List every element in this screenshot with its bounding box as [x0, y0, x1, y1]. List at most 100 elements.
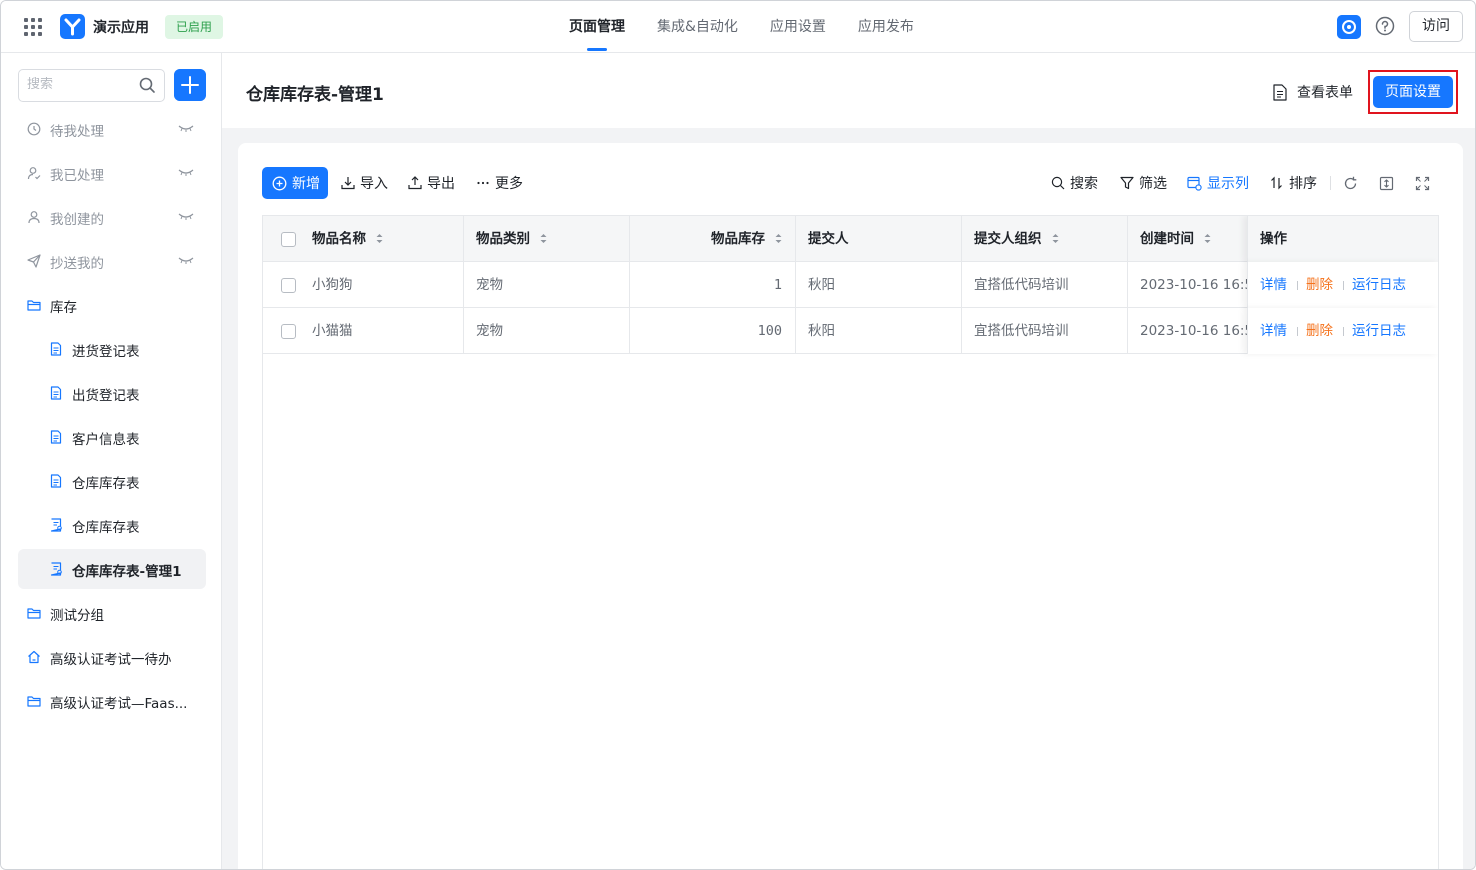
search-icon: [1051, 176, 1065, 190]
new-record-label: 新增: [292, 176, 320, 192]
assistant-icon[interactable]: [1337, 15, 1361, 39]
sort-arrows-icon[interactable]: [1204, 233, 1211, 244]
sidebar-search[interactable]: [18, 69, 165, 102]
sidebar-item-cc[interactable]: 抄送我的: [18, 241, 206, 281]
column-divider: [629, 308, 630, 354]
run-log-link[interactable]: 运行日志: [1352, 262, 1406, 308]
sidebar-search-input[interactable]: [27, 77, 137, 92]
visit-button[interactable]: 访问: [1409, 11, 1463, 42]
home-icon: [28, 650, 40, 664]
table-search-label: 搜索: [1070, 176, 1098, 192]
column-header-created[interactable]: 创建时间: [1140, 216, 1247, 262]
row-checkbox[interactable]: [281, 324, 296, 339]
column-divider: [795, 262, 796, 308]
delete-link[interactable]: 删除: [1306, 262, 1333, 308]
action-separator: [1297, 281, 1298, 290]
sort-arrows-icon[interactable]: [376, 233, 383, 244]
sidebar-item-warehouse-manage[interactable]: 仓库库存表-管理1: [18, 549, 206, 589]
row-actions: 详情 删除 运行日志: [1247, 308, 1438, 354]
sidebar-item-created[interactable]: 我创建的: [18, 197, 206, 237]
sidebar: 待我处理 我已处理 我创建的 抄送我的 库存 进货登记表 出货登记表: [1, 53, 222, 869]
sidebar-item-done[interactable]: 我已处理: [18, 153, 206, 193]
document-icon: [1273, 83, 1287, 101]
table-row[interactable]: 小狗狗 宠物 1 秋阳 宜搭低代码培训 2023-10-16 16:53 详情 …: [263, 262, 1438, 308]
plus-circle-icon: [272, 176, 287, 190]
sidebar-item-purchase-form[interactable]: 进货登记表: [18, 329, 206, 369]
sidebar-item-label: 库存: [50, 300, 77, 316]
tab-integration-automation[interactable]: 集成&自动化: [657, 1, 738, 53]
row-checkbox[interactable]: [281, 278, 296, 293]
form-icon: [50, 474, 62, 488]
help-icon[interactable]: [1375, 16, 1395, 36]
sidebar-item-exam-faas[interactable]: 高级认证考试—Faas...: [18, 681, 206, 721]
tab-page-management[interactable]: 页面管理: [569, 1, 625, 53]
eye-closed-icon[interactable]: [178, 123, 194, 133]
run-log-link[interactable]: 运行日志: [1352, 308, 1406, 354]
sidebar-item-test-group[interactable]: 测试分组: [18, 593, 206, 633]
import-button[interactable]: 导入: [341, 167, 388, 199]
column-header-label: 物品类别: [476, 231, 530, 247]
nav-tabs: 页面管理 集成&自动化 应用设置 应用发布: [569, 1, 946, 53]
select-all-checkbox[interactable]: [281, 232, 296, 247]
sort-arrows-icon[interactable]: [775, 233, 782, 244]
app-logo-icon: [60, 14, 85, 39]
column-divider: [463, 262, 464, 308]
form-icon: [50, 430, 62, 444]
column-divider: [961, 216, 962, 262]
more-button[interactable]: 更多: [476, 167, 523, 199]
delete-link[interactable]: 删除: [1306, 308, 1333, 354]
filter-label: 筛选: [1139, 176, 1167, 192]
sort-arrows-icon[interactable]: [540, 233, 547, 244]
eye-closed-icon[interactable]: [178, 211, 194, 221]
tab-app-settings[interactable]: 应用设置: [770, 1, 826, 53]
refresh-icon[interactable]: [1343, 176, 1358, 191]
eye-closed-icon[interactable]: [178, 255, 194, 265]
cell-name: 小狗狗: [312, 277, 353, 293]
page-header: 仓库库存表-管理1 查看表单 页面设置: [222, 53, 1475, 128]
filter-button[interactable]: 筛选: [1120, 167, 1167, 199]
column-header-label: 物品名称: [312, 231, 366, 247]
new-record-button[interactable]: 新增: [262, 167, 328, 199]
table-row[interactable]: 小猫猫 宠物 100 秋阳 宜搭低代码培训 2023-10-16 16:53 详…: [263, 308, 1438, 354]
detail-link[interactable]: 详情: [1260, 308, 1287, 354]
column-header-name[interactable]: 物品名称: [312, 216, 462, 262]
sort-arrows-icon[interactable]: [1052, 233, 1059, 244]
action-separator: [1297, 327, 1298, 336]
column-header-submitter[interactable]: 提交人: [808, 216, 958, 262]
column-header-org[interactable]: 提交人组织: [974, 216, 1126, 262]
add-page-button[interactable]: [174, 69, 206, 101]
cell-category: 宠物: [476, 277, 503, 293]
sidebar-item-shipment-form[interactable]: 出货登记表: [18, 373, 206, 413]
row-height-icon[interactable]: [1379, 176, 1394, 191]
tab-app-publish[interactable]: 应用发布: [858, 1, 914, 53]
sidebar-item-warehouse-form[interactable]: 仓库库存表: [18, 461, 206, 501]
columns-icon: [1187, 176, 1202, 191]
sidebar-item-inventory-group[interactable]: 库存: [18, 285, 206, 325]
sidebar-item-customer-form[interactable]: 客户信息表: [18, 417, 206, 457]
more-label: 更多: [495, 176, 523, 192]
export-button[interactable]: 导出: [408, 167, 455, 199]
eye-closed-icon[interactable]: [178, 167, 194, 177]
sidebar-item-todo[interactable]: 待我处理: [18, 109, 206, 149]
sidebar-item-label: 客户信息表: [72, 432, 140, 448]
form-icon: [50, 386, 62, 400]
sidebar-item-label: 出货登记表: [72, 388, 140, 404]
action-separator: [1343, 327, 1344, 336]
sort-button[interactable]: 排序: [1270, 167, 1317, 199]
column-divider: [961, 262, 962, 308]
detail-link[interactable]: 详情: [1260, 262, 1287, 308]
column-header-label: 提交人组织: [974, 231, 1042, 247]
column-divider: [795, 216, 796, 262]
column-header-category[interactable]: 物品类别: [476, 216, 628, 262]
sort-label: 排序: [1289, 176, 1317, 192]
view-form-button[interactable]: 查看表单: [1272, 81, 1353, 103]
fullscreen-icon[interactable]: [1415, 176, 1430, 191]
table-search-button[interactable]: 搜索: [1051, 167, 1098, 199]
sidebar-item-exam-todo[interactable]: 高级认证考试一待办: [18, 637, 206, 677]
page-settings-button[interactable]: 页面设置: [1373, 76, 1453, 108]
sidebar-item-label: 仓库库存表: [72, 520, 140, 536]
columns-button[interactable]: 显示列: [1187, 167, 1249, 199]
column-header-stock[interactable]: 物品库存: [642, 216, 782, 262]
sidebar-item-warehouse-report[interactable]: 仓库库存表: [18, 505, 206, 545]
app-grid-icon[interactable]: [24, 18, 42, 36]
